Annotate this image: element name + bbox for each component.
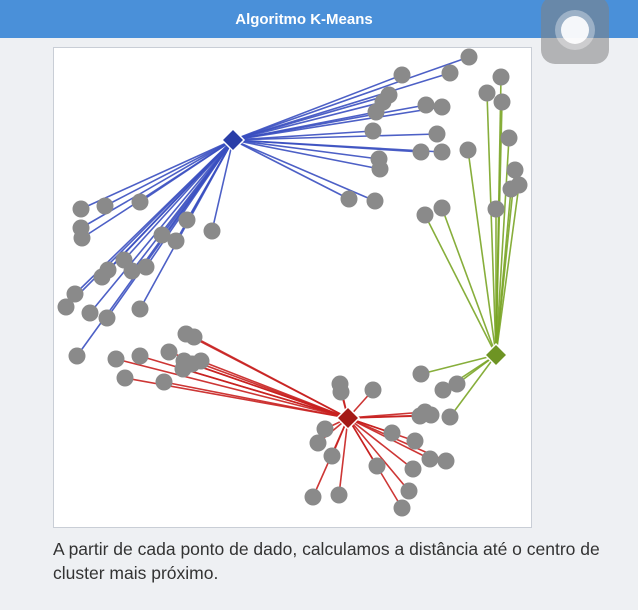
data-point bbox=[506, 161, 524, 179]
distance-line-blue bbox=[76, 139, 234, 357]
data-point bbox=[72, 200, 90, 218]
data-point bbox=[304, 488, 322, 506]
data-point bbox=[68, 347, 86, 365]
data-point bbox=[421, 450, 439, 468]
data-point bbox=[73, 229, 91, 247]
data-point bbox=[332, 383, 350, 401]
data-point bbox=[400, 482, 418, 500]
data-point bbox=[155, 373, 173, 391]
data-point bbox=[192, 352, 210, 370]
assistive-touch-ring bbox=[555, 10, 595, 50]
data-point bbox=[185, 328, 203, 346]
data-point bbox=[57, 298, 75, 316]
assistive-touch-icon[interactable] bbox=[541, 0, 609, 64]
assistive-touch-dot bbox=[561, 16, 589, 44]
data-point bbox=[404, 460, 422, 478]
data-point bbox=[123, 262, 141, 280]
data-point bbox=[131, 347, 149, 365]
data-point bbox=[167, 232, 185, 250]
distance-line-red bbox=[193, 336, 349, 419]
data-point bbox=[309, 434, 327, 452]
data-point bbox=[417, 96, 435, 114]
data-point bbox=[160, 343, 178, 361]
distance-line-blue bbox=[65, 139, 234, 308]
data-point bbox=[96, 197, 114, 215]
data-point bbox=[323, 447, 341, 465]
data-point bbox=[411, 407, 429, 425]
data-point bbox=[433, 143, 451, 161]
data-point bbox=[174, 360, 192, 378]
distance-line-blue bbox=[232, 101, 384, 141]
data-point bbox=[441, 408, 459, 426]
data-point bbox=[366, 192, 384, 210]
data-point bbox=[330, 486, 348, 504]
data-point bbox=[433, 98, 451, 116]
data-point bbox=[459, 141, 477, 159]
data-point bbox=[116, 369, 134, 387]
distance-lines bbox=[65, 56, 520, 509]
data-point bbox=[412, 143, 430, 161]
data-point bbox=[416, 206, 434, 224]
data-point bbox=[393, 499, 411, 517]
data-point bbox=[131, 193, 149, 211]
data-point bbox=[428, 125, 446, 143]
data-point bbox=[93, 268, 111, 286]
distance-line-green bbox=[424, 214, 497, 356]
data-point bbox=[433, 199, 451, 217]
data-point bbox=[81, 304, 99, 322]
data-point bbox=[364, 122, 382, 140]
distance-line-red bbox=[163, 381, 349, 419]
data-point bbox=[364, 381, 382, 399]
data-point bbox=[500, 129, 518, 147]
distance-line-red bbox=[191, 363, 349, 419]
data-point bbox=[131, 300, 149, 318]
centroid-green bbox=[483, 342, 509, 368]
data-point bbox=[437, 452, 455, 470]
data-point bbox=[510, 176, 528, 194]
data-point bbox=[340, 190, 358, 208]
data-point bbox=[441, 64, 459, 82]
data-point bbox=[492, 68, 510, 86]
data-point bbox=[383, 424, 401, 442]
data-point bbox=[448, 375, 466, 393]
data-point bbox=[393, 66, 411, 84]
data-point bbox=[107, 350, 125, 368]
data-point bbox=[203, 222, 221, 240]
data-point bbox=[98, 309, 116, 327]
data-point bbox=[487, 200, 505, 218]
caption-text: A partir de cada ponto de dado, calculam… bbox=[53, 539, 600, 583]
data-point bbox=[493, 93, 511, 111]
data-point bbox=[406, 432, 424, 450]
distance-line-green bbox=[441, 207, 497, 356]
distance-line-green bbox=[486, 92, 497, 356]
kmeans-scatter-svg bbox=[57, 48, 528, 517]
distance-line-red bbox=[200, 360, 349, 419]
data-point bbox=[412, 365, 430, 383]
kmeans-plot bbox=[53, 47, 532, 528]
distance-line-red bbox=[115, 358, 349, 419]
data-point bbox=[368, 457, 386, 475]
distance-line-blue bbox=[232, 139, 350, 200]
data-point bbox=[478, 84, 496, 102]
window-title: Algoritmo K-Means bbox=[235, 10, 373, 28]
data-point bbox=[371, 160, 389, 178]
data-point bbox=[178, 211, 196, 229]
data-point bbox=[460, 48, 478, 66]
data-point bbox=[374, 93, 392, 111]
